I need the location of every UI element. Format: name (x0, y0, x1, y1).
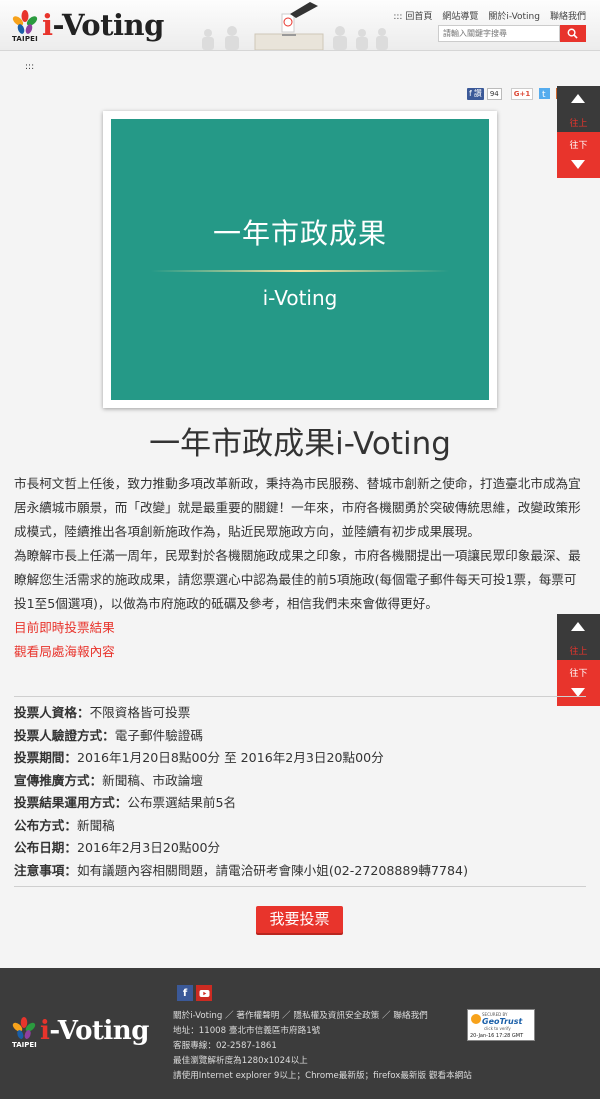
footer-info: 關於i-Voting ／ 著作權聲明 ／ 隱私權及資訊安全政策 ／ 聯絡我們 地… (173, 1009, 472, 1084)
facebook-icon: f (469, 89, 472, 98)
footer-phone: 客服專線：02-2587-1861 (173, 1041, 277, 1051)
scroll-down-label: 往下 (569, 669, 588, 679)
geotrust-seal[interactable]: SECURED BY GeoTrust click to verify 20-J… (467, 1009, 535, 1041)
footer-logo-taipei-text: TAIPEI (12, 1041, 37, 1049)
footer-logo-ivoting-text: i-Voting (40, 1016, 149, 1046)
youtube-link[interactable] (196, 985, 212, 1001)
info-value: 電子郵件驗證碼 (114, 727, 203, 743)
share-bar: f 讚 94 G+1 t P (467, 87, 568, 100)
footer-resolution-note: 最佳瀏覽解析度為1280x1024以上 (173, 1056, 308, 1066)
info-label: 公布方式： (14, 817, 77, 833)
scroll-down-button[interactable]: 往下 (557, 132, 600, 178)
footer-links[interactable]: 關於i-Voting ／ 著作權聲明 ／ 隱私權及資訊安全政策 ／ 聯絡我們 (173, 1009, 472, 1024)
info-row-announcement-date: 公布日期：2016年2月3日20點00分 (14, 837, 586, 860)
facebook-icon: f (182, 987, 188, 999)
scroll-up-label: 往上 (569, 119, 588, 129)
logo-ivoting-text: i-Voting (42, 8, 164, 42)
nav-home-link[interactable]: ::: 回首頁 (393, 9, 432, 22)
banner-divider (151, 270, 449, 272)
footer-logo[interactable]: TAIPEI i-Voting (12, 1016, 152, 1052)
geotrust-click-text: click to verify (484, 1026, 511, 1031)
info-row-eligibility: 投票人資格：不限資格皆可投票 (14, 702, 586, 725)
info-value: 不限資格皆可投票 (89, 705, 191, 720)
google-plus-button[interactable]: G+1 (510, 87, 534, 100)
info-row-result-usage: 投票結果運用方式：公布票選結果前5名 (14, 792, 586, 815)
info-value: 2016年1月20日8點00分 至 2016年2月3日20點00分 (76, 750, 384, 765)
geotrust-brand-text: GeoTrust (482, 1017, 523, 1026)
section-divider (14, 696, 586, 697)
info-label: 宣傳推廣方式： (14, 772, 103, 788)
scroll-up-button[interactable]: 往上 (557, 86, 600, 132)
article-body: 市長柯文哲上任後，致力推動多項改革新政，秉持為市民服務、替城市創新之使命，打造臺… (14, 472, 586, 664)
info-label: 投票人資格： (14, 705, 90, 720)
info-row-announcement-method: 公布方式：新聞稿 (14, 815, 586, 838)
arrow-down-icon (571, 160, 585, 169)
taipei-ivoting-logo[interactable]: TAIPEI i-Voting (12, 8, 172, 44)
info-value: 如有議題內容相關問題，請電洽研考會陳小姐(02-27208889轉7784) (76, 862, 468, 878)
footer-browser-note: 請使用Internet explorer 9以上；Chrome最新版；firef… (173, 1071, 472, 1081)
facebook-like-label: 讚 (473, 89, 482, 98)
info-label: 投票結果運用方式： (14, 795, 128, 810)
twitter-share-icon[interactable]: t (539, 88, 551, 99)
facebook-link[interactable]: f (177, 985, 193, 1001)
nav-sitemap-link[interactable]: 網站導覽 (442, 9, 478, 22)
facebook-like-count: 94 (486, 87, 502, 100)
section-divider (14, 886, 586, 887)
page-title: 一年市政成果i-Voting (149, 426, 451, 462)
vote-button[interactable]: 我要投票 (256, 906, 343, 933)
top-navigation: ::: 回首頁 網站導覽 關於i-Voting 聯絡我們 (393, 9, 586, 22)
info-value: 2016年2月3日20點00分 (76, 840, 221, 855)
scroll-down-button[interactable]: 往下 (557, 660, 600, 706)
info-row-notes: 注意事項：如有議題內容相關問題，請電洽研考會陳小姐(02-27208889轉77… (14, 860, 586, 883)
poster-content-link[interactable]: 觀看局處海報內容 (14, 644, 115, 659)
geotrust-date-text: 20-Jan-16 17:28 GMT (470, 1033, 524, 1039)
info-label: 投票期間： (14, 750, 77, 765)
footer-social-links: f (177, 985, 212, 1001)
logo-taipei-text: TAIPEI (12, 35, 38, 43)
search-icon (567, 28, 578, 39)
search-input[interactable] (438, 25, 560, 42)
live-results-link[interactable]: 目前即時投票結果 (14, 620, 115, 635)
voting-info: 投票人資格：不限資格皆可投票 投票人驗證方式：電子郵件驗證碼 投票期間：2016… (14, 702, 586, 882)
youtube-icon (199, 989, 209, 997)
banner-subtitle: i-Voting (262, 286, 338, 310)
nav-about-link[interactable]: 關於i-Voting (488, 9, 540, 22)
article-paragraph: 為瞭解市長上任滿一周年，民眾對於各機關施政成果之印象，市府各機關提出一項讓民眾印… (14, 548, 581, 611)
article-paragraph: 市長柯文哲上任後，致力推動多項改革新政，秉持為市民服務、替城市創新之使命，打造臺… (14, 476, 581, 539)
info-label: 注意事項： (14, 862, 77, 878)
banner-title: 一年市政成果 (212, 217, 387, 250)
info-label: 公布日期： (14, 840, 77, 855)
crowd-ballot-illustration (202, 2, 388, 50)
info-row-verification: 投票人驗證方式：電子郵件驗證碼 (14, 725, 586, 748)
taipei-flower-icon (12, 10, 38, 34)
search-button[interactable] (559, 25, 586, 42)
taipei-flower-icon (12, 1017, 36, 1039)
info-row-period: 投票期間：2016年1月20日8點00分 至 2016年2月3日20點00分 (14, 747, 586, 770)
info-value: 新聞稿、市政論壇 (102, 772, 203, 788)
geotrust-icon (471, 1014, 481, 1024)
svg-text:t: t (542, 90, 546, 99)
info-row-promotion: 宣傳推廣方式：新聞稿、市政論壇 (14, 770, 586, 793)
info-label: 投票人驗證方式： (14, 727, 115, 743)
footer-address: 地址：11008 臺北市信義區市府路1號 (173, 1026, 321, 1036)
info-value: 公布票選結果前5名 (127, 795, 237, 810)
info-value: 新聞稿 (76, 817, 115, 833)
scroll-widget-top: 往上 往下 (557, 86, 600, 178)
site-header: TAIPEI i-Voting ::: 回首頁 網站導覽 關於i-Voting … (0, 0, 600, 51)
banner-frame: 一年市政成果 i-Voting (103, 111, 497, 408)
banner-image: 一年市政成果 i-Voting (111, 119, 489, 400)
accesskey-anchor[interactable]: ::: (25, 62, 34, 72)
nav-contact-link[interactable]: 聯絡我們 (550, 9, 586, 22)
facebook-like-button[interactable]: f 讚 (467, 87, 484, 100)
search-bar (438, 25, 586, 42)
scroll-down-label: 往下 (569, 141, 588, 151)
arrow-up-icon (571, 94, 585, 103)
